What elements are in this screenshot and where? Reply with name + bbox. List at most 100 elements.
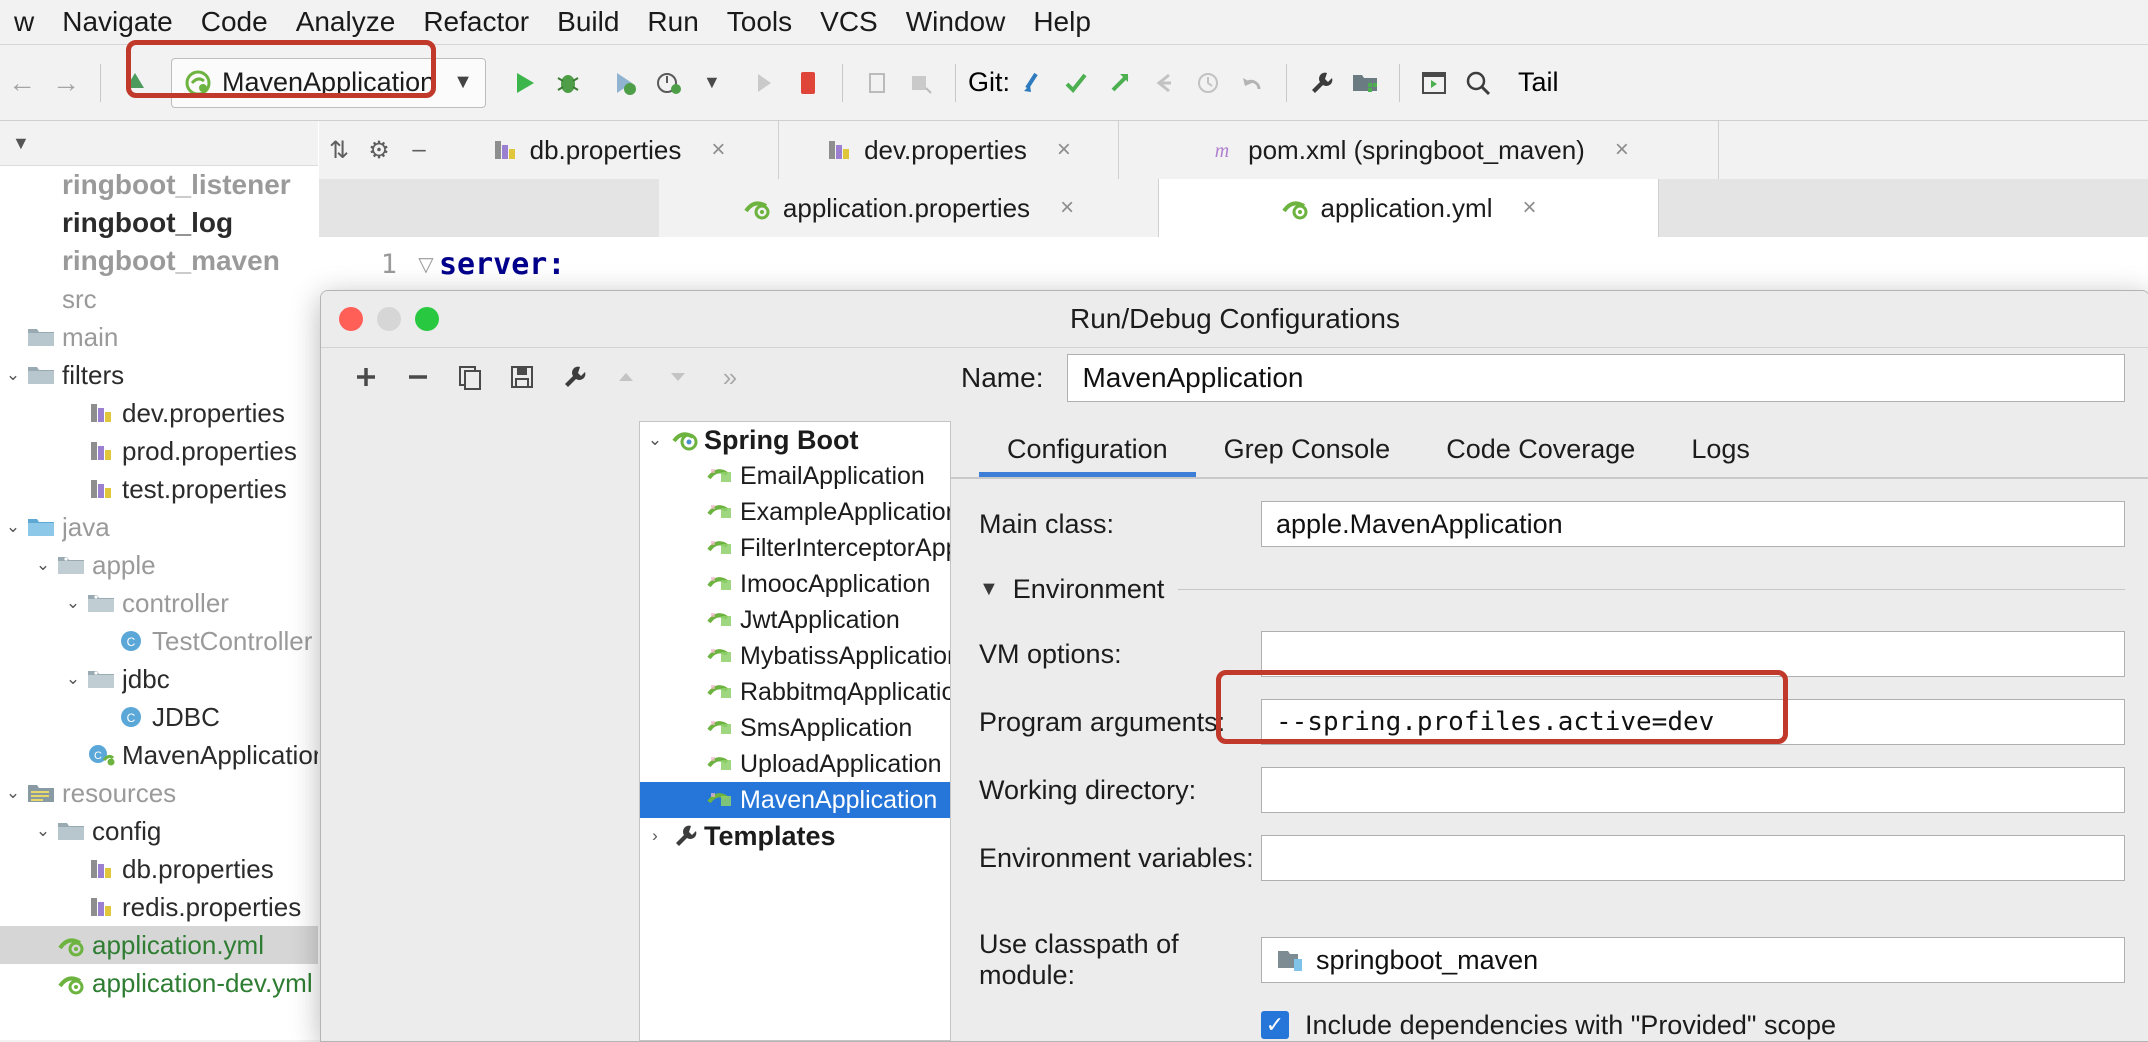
wrench-settings-icon[interactable] [1299,61,1343,105]
debug-icon[interactable] [546,61,590,105]
project-tree-node[interactable]: C TestController [0,622,318,660]
project-tree-node[interactable]: prod.properties [0,432,318,470]
configuration-tab[interactable]: Configuration [979,434,1196,477]
menu-item-analyze[interactable]: Analyze [282,6,410,38]
rerun-icon[interactable] [742,61,786,105]
project-tree-node[interactable]: C JDBC [0,698,318,736]
menu-item-window[interactable]: Window [892,6,1020,38]
project-tree-node[interactable]: ⌄ jdbc [0,660,318,698]
configuration-tree-node[interactable]: RabbitmqApplication [640,674,950,710]
menu-item-run[interactable]: Run [633,6,712,38]
project-tree-node[interactable]: application-dev.yml [0,964,318,1002]
project-tree-node[interactable]: db.properties [0,850,318,888]
working-directory-input[interactable] [1261,767,2125,813]
push-arrow-icon[interactable] [1098,61,1142,105]
run-icon[interactable] [502,61,546,105]
configuration-tree-node[interactable]: ImoocApplication [640,566,950,602]
chevron-down-icon[interactable]: ⌄ [30,555,56,575]
chevron-down-icon[interactable]: ▼ [453,71,473,94]
close-icon[interactable]: × [1057,136,1071,164]
back-arrow-icon[interactable]: ← [0,61,44,105]
close-icon[interactable]: × [1615,136,1629,164]
chevron-down-icon[interactable]: ⌄ [640,430,670,450]
configuration-tab[interactable]: Code Coverage [1418,434,1663,477]
chevron-down-icon[interactable]: ⌄ [60,669,86,689]
history-clock-icon[interactable] [1186,61,1230,105]
configuration-tree-node[interactable]: SmsApplication [640,710,950,746]
project-tree-node[interactable]: ⌄ java [0,508,318,546]
close-icon[interactable]: × [711,136,725,164]
project-tree-node[interactable]: ringboot_log [0,204,318,242]
project-tree-node[interactable]: ⌄ apple [0,546,318,584]
project-tree-node[interactable]: ringboot_listener [0,166,318,204]
save-configuration-icon[interactable] [499,354,545,400]
project-tree-node[interactable]: ⌄ filters [0,356,318,394]
chevron-down-icon[interactable]: ⌄ [0,783,26,803]
configuration-tree-node[interactable]: MybatissApplication [640,638,950,674]
more-options-icon[interactable]: » [707,354,753,400]
chevron-down-icon[interactable]: ⌄ [0,517,26,537]
menu-item-w[interactable]: w [0,6,48,38]
run-configuration-selector[interactable]: MavenApplication ▼ [171,57,486,108]
environment-section-header[interactable]: ▼ Environment [951,569,2148,609]
configuration-tab[interactable]: Grep Console [1196,434,1419,477]
project-tree-node[interactable]: dev.properties [0,394,318,432]
editor-tab[interactable]: m pom.xml (springboot_maven) × [1119,121,1719,179]
gear-icon[interactable]: ⚙ [359,121,399,179]
configuration-tree-node[interactable]: ⌄ Spring Boot [640,422,950,458]
include-provided-checkbox[interactable]: ✓ [1261,1011,1289,1039]
build-project-icon[interactable] [113,61,157,105]
remove-icon[interactable] [395,354,441,400]
configuration-tree-node[interactable]: EmailApplication [640,458,950,494]
triangle-down-icon[interactable]: ▼ [979,578,999,601]
editor-tab[interactable]: application.yml × [1159,179,1659,237]
project-tree-node[interactable]: application.yml [0,926,318,964]
project-tree-node[interactable]: ⌄ resources [0,774,318,812]
project-tree-node[interactable]: test.properties [0,470,318,508]
forward-arrow-icon[interactable]: → [44,61,88,105]
chevron-down-icon[interactable]: ⌄ [0,365,26,385]
close-icon[interactable]: × [1060,194,1074,222]
edit-templates-wrench-icon[interactable] [551,354,597,400]
move-up-icon[interactable] [603,354,649,400]
copy-configuration-icon[interactable] [447,354,493,400]
configuration-tree-node[interactable]: JwtApplication [640,602,950,638]
name-input[interactable]: MavenApplication [1067,354,2125,402]
fold-marker-icon[interactable]: ▽ [413,252,439,277]
project-structure-icon[interactable] [1343,61,1387,105]
search-icon[interactable] [1456,61,1500,105]
configuration-tree-node[interactable]: FilterInterceptorApplic [640,530,950,566]
classpath-module-select[interactable]: springboot_maven [1261,937,2125,983]
vm-options-input[interactable] [1261,631,2125,677]
update-project-icon[interactable] [1010,61,1054,105]
project-tree-node[interactable]: redis.properties [0,888,318,926]
tail-label[interactable]: Tail [1500,67,1559,98]
configuration-tree-node[interactable]: UploadApplication [640,746,950,782]
menu-item-vcs[interactable]: VCS [806,6,892,38]
revert-icon[interactable] [1142,61,1186,105]
editor-tab[interactable]: db.properties × [439,121,779,179]
configuration-tree-node[interactable]: › Templates [640,818,950,854]
main-class-input[interactable]: apple.MavenApplication [1261,501,2125,547]
menu-item-refactor[interactable]: Refactor [409,6,543,38]
project-tree-node[interactable]: C MavenApplication [0,736,318,774]
terminal-icon[interactable] [1412,61,1456,105]
editor-tab[interactable]: application.properties × [659,179,1159,237]
project-tree-node[interactable]: src [0,280,318,318]
build-module-icon[interactable] [899,61,943,105]
commit-checkmark-icon[interactable] [1054,61,1098,105]
menu-item-build[interactable]: Build [543,6,633,38]
editor-tab[interactable]: dev.properties × [779,121,1119,179]
configuration-tree-node[interactable]: MavenApplication [640,782,950,818]
stop-icon[interactable] [786,61,830,105]
project-tree-node[interactable]: ⌄ controller [0,584,318,622]
chevron-down-icon[interactable]: ⌄ [30,821,56,841]
configuration-tab[interactable]: Logs [1663,434,1778,477]
chevron-down-icon[interactable]: ⌄ [60,593,86,613]
undo-icon[interactable] [1230,61,1274,105]
configuration-tree-node[interactable]: ExampleApplication [640,494,950,530]
chevron-down-icon[interactable]: ▼ [690,61,734,105]
include-provided-row[interactable]: ✓ Include dependencies with "Provided" s… [951,1003,2148,1041]
menu-item-help[interactable]: Help [1019,6,1105,38]
project-tree-node[interactable]: ringboot_maven [0,242,318,280]
